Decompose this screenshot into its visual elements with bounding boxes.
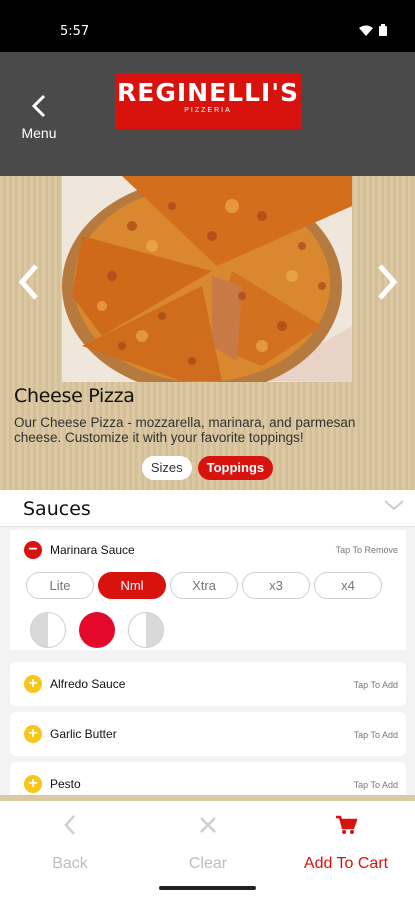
home-indicator[interactable] <box>159 886 256 890</box>
add-to-cart-label: Add To Cart <box>303 855 389 872</box>
left-half-portion-button[interactable] <box>30 612 66 648</box>
close-icon <box>200 817 216 833</box>
wifi-icon <box>359 25 373 36</box>
pizza-image <box>62 176 352 382</box>
right-half-portion-button[interactable] <box>128 612 164 648</box>
brand-logo: REGINELLI'S PIZZERIA <box>115 73 301 129</box>
chevron-left-icon <box>18 264 38 300</box>
add-icon[interactable]: + <box>24 725 42 743</box>
battery-icon <box>379 24 387 36</box>
sauces-section-header[interactable]: Sauces <box>0 490 415 527</box>
status-time: 5:57 <box>60 24 90 39</box>
bottom-action-bar: Back Clear Add To Cart <box>0 795 415 900</box>
amount-lite-button[interactable]: Lite <box>26 572 94 599</box>
toppings-list: Sauces − Marinara Sauce Tap To Remove Li… <box>0 490 415 795</box>
sauce-item-pesto[interactable]: + Pesto Tap To Add <box>10 762 406 795</box>
tab-toppings[interactable]: Toppings <box>197 456 274 480</box>
amount-normal-button[interactable]: Nml <box>98 572 166 599</box>
app-header: Menu REGINELLI'S PIZZERIA <box>0 52 415 176</box>
remove-icon[interactable]: − <box>24 541 42 559</box>
chevron-right-icon <box>378 264 398 300</box>
selected-sauce-label: Marinara Sauce <box>50 543 135 557</box>
amount-extra-button[interactable]: Xtra <box>170 572 238 599</box>
clear-label: Clear <box>188 855 228 872</box>
tap-to-add-label: Tap To Add <box>353 730 398 740</box>
back-button[interactable]: Back <box>5 809 135 879</box>
menu-back-label: Menu <box>21 125 57 141</box>
sauce-item-label: Garlic Butter <box>50 727 117 741</box>
sauce-item-alfredo[interactable]: + Alfredo Sauce Tap To Add <box>10 662 406 706</box>
sauce-item-label: Pesto <box>50 777 81 791</box>
product-description: Our Cheese Pizza - mozzarella, marinara,… <box>14 415 356 445</box>
tap-to-add-label: Tap To Add <box>353 680 398 690</box>
sauce-item-garlic-butter[interactable]: + Garlic Butter Tap To Add <box>10 712 406 756</box>
back-label: Back <box>52 855 88 872</box>
pizza-photo <box>62 176 352 382</box>
next-product-button[interactable] <box>372 262 402 302</box>
product-hero: Cheese Pizza Our Cheese Pizza - mozzarel… <box>0 176 415 490</box>
clear-button[interactable]: Clear <box>143 809 273 879</box>
menu-back-button[interactable]: Menu <box>14 94 64 144</box>
amount-x4-button[interactable]: x4 <box>314 572 382 599</box>
whole-portion-button[interactable] <box>79 612 115 648</box>
product-name: Cheese Pizza <box>14 385 135 407</box>
status-bar: 5:57 <box>0 0 415 52</box>
cart-icon <box>336 815 357 834</box>
add-to-cart-button[interactable]: Add To Cart <box>281 809 411 879</box>
product-tabs: Sizes Toppings <box>0 456 415 480</box>
add-icon[interactable]: + <box>24 775 42 793</box>
sauce-item-label: Alfredo Sauce <box>50 677 126 691</box>
chevron-left-icon <box>64 815 75 835</box>
status-icons <box>359 24 387 36</box>
tab-sizes[interactable]: Sizes <box>141 456 192 480</box>
tap-to-remove-label[interactable]: Tap To Remove <box>336 545 398 555</box>
chevron-down-icon[interactable] <box>383 498 405 512</box>
selected-sauce-panel: − Marinara Sauce Tap To Remove Lite Nml … <box>10 530 406 650</box>
amount-x3-button[interactable]: x3 <box>242 572 310 599</box>
chevron-left-icon <box>31 94 46 118</box>
prev-product-button[interactable] <box>14 262 44 302</box>
tap-to-add-label: Tap To Add <box>353 780 398 790</box>
add-icon[interactable]: + <box>24 675 42 693</box>
section-title: Sauces <box>23 498 91 520</box>
